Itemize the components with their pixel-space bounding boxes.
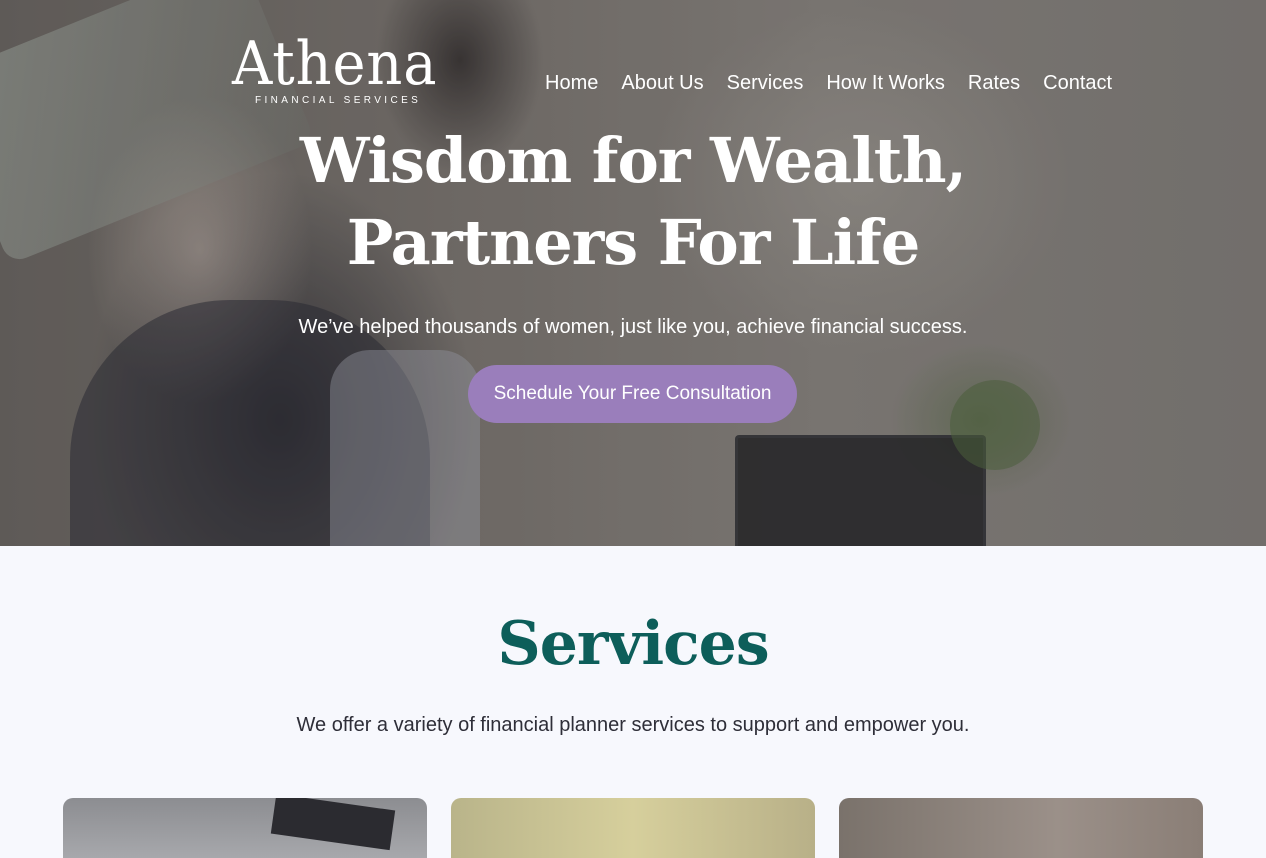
service-card-image-1[interactable] [63,798,427,858]
nav-about-us[interactable]: About Us [621,70,703,96]
hero-title-line-1: Wisdom for Wealth, [299,124,967,197]
hero-subtitle: We’ve helped thousands of women, just li… [298,316,968,338]
nav-contact[interactable]: Contact [1043,70,1112,96]
nav-services[interactable]: Services [727,70,804,96]
nav-how-it-works[interactable]: How It Works [826,70,945,96]
hero-section: Athena FINANCIAL SERVICES Home About Us … [0,0,1266,546]
nav-home[interactable]: Home [545,70,598,96]
services-section [0,546,1266,830]
service-card-image-3[interactable] [839,798,1203,858]
nav-rates[interactable]: Rates [968,70,1020,96]
hero-title-line-2: Partners For Life [346,206,921,279]
services-subtitle: We offer a variety of financial planner … [296,714,970,736]
brand-name: Athena [232,29,438,99]
services-title: Services [497,609,769,679]
main-nav: Home About Us Services How It Works Rate… [545,70,1112,96]
schedule-consultation-button[interactable]: Schedule Your Free Consultation [468,365,797,423]
hero-title: Wisdom for Wealth, Partners For Life [0,120,1266,284]
service-card-image-2[interactable] [451,798,815,858]
brand-logo[interactable]: Athena FINANCIAL SERVICES [232,34,442,106]
